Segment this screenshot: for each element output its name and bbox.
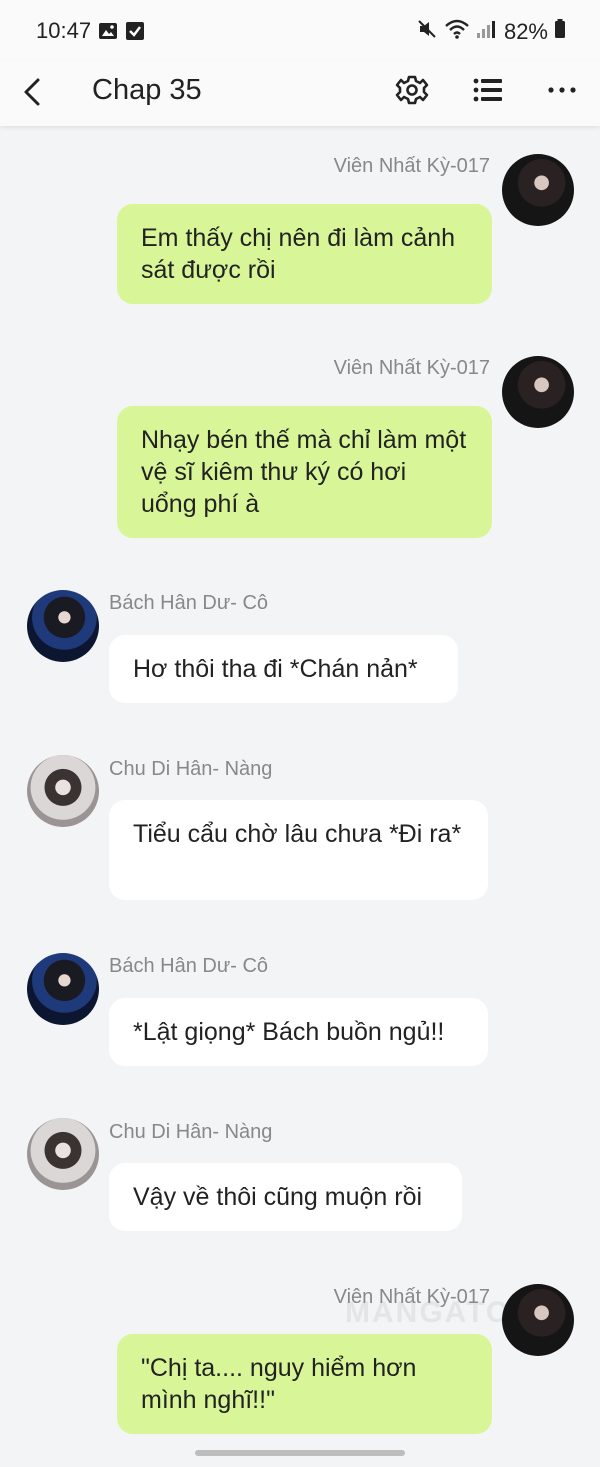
avatar[interactable] [27, 953, 99, 1025]
list-icon [473, 78, 502, 102]
message-bubble: Vậy về thôi cũng muộn rồi [109, 1163, 462, 1231]
message-sender: Viên Nhất Kỳ-017 [333, 1286, 490, 1308]
message-bubble: "Chị ta.... nguy hiểm hơn mình nghĩ!!" [117, 1334, 492, 1434]
avatar[interactable] [27, 1118, 99, 1190]
avatar[interactable] [27, 590, 99, 662]
status-right: 82% [416, 18, 566, 45]
chapter-list-button[interactable] [470, 72, 506, 108]
message-bubble: *Lật giọng* Bách buồn ngủ!! [109, 998, 488, 1066]
page-title: Chap 35 [92, 74, 202, 106]
message-sender: Chu Di Hân- Nàng [109, 758, 273, 780]
message-bubble: Nhạy bén thế mà chỉ làm một vệ sĩ kiêm t… [117, 406, 492, 538]
back-button[interactable] [14, 72, 50, 112]
avatar[interactable] [502, 1284, 574, 1356]
more-options-button[interactable] [544, 72, 580, 108]
message-bubble: Hơ thôi tha đi *Chán nản* [109, 635, 458, 703]
image-notification-icon [98, 21, 118, 46]
message-sender: Viên Nhất Kỳ-017 [333, 357, 490, 379]
message-sender: Chu Di Hân- Nàng [109, 1121, 273, 1143]
status-time: 10:47 [36, 18, 92, 43]
settings-button[interactable] [394, 72, 430, 108]
message-bubble: Em thấy chị nên đi làm cảnh sát được rồi [117, 204, 492, 304]
battery-percent: 82% [503, 18, 548, 44]
back-arrow-icon [24, 78, 40, 106]
checkbox-notification-icon [125, 21, 145, 46]
app-bar: Chap 35 [0, 60, 600, 126]
status-bar: 10:47 82% [0, 0, 600, 60]
avatar[interactable] [502, 154, 574, 226]
message-sender: Bách Hân Dư- Cô [109, 955, 269, 977]
message-sender: Viên Nhất Kỳ-017 [333, 155, 490, 177]
more-icon [548, 87, 576, 93]
message-bubble: Tiểu cẩu chờ lâu chưa *Đi ra* [109, 800, 488, 900]
signal-icon [476, 19, 496, 44]
mute-icon [416, 18, 438, 45]
wifi-icon [444, 18, 470, 45]
avatar[interactable] [27, 755, 99, 827]
home-indicator[interactable] [195, 1450, 405, 1456]
battery-icon [554, 19, 566, 44]
message-sender: Bách Hân Dư- Cô [109, 592, 269, 614]
avatar[interactable] [502, 356, 574, 428]
gear-icon [395, 75, 429, 105]
